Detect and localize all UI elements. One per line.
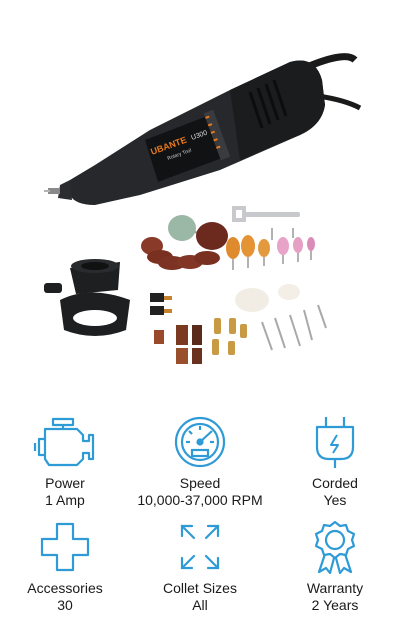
feature-label: Corded bbox=[312, 475, 358, 491]
plus-icon bbox=[40, 522, 90, 572]
feature-value: 30 bbox=[57, 597, 73, 613]
feature-label: Warranty bbox=[306, 580, 364, 596]
feature-value: 10,000-37,000 RPM bbox=[137, 492, 263, 508]
felt-polishing-wheels bbox=[235, 284, 300, 312]
collets bbox=[212, 318, 247, 355]
wrench bbox=[232, 206, 300, 222]
feature-grid: Power 1 Amp Speed 10,000-37,000 RPM Cord… bbox=[0, 410, 400, 628]
feature-label: Collet Sizes bbox=[163, 580, 237, 596]
plug-icon bbox=[315, 417, 355, 468]
feature-accessories: Accessories 30 bbox=[0, 520, 130, 614]
feature-label: Accessories bbox=[27, 580, 103, 596]
cutting-wheels bbox=[141, 215, 228, 270]
feature-collet-sizes: Collet Sizes All bbox=[135, 520, 265, 614]
expand-arrows-icon bbox=[180, 524, 220, 570]
feature-value: 2 Years bbox=[311, 597, 359, 613]
engraving-bits bbox=[261, 304, 327, 351]
feature-power: Power 1 Amp bbox=[0, 415, 130, 509]
feature-value: 1 Amp bbox=[45, 492, 85, 508]
rotary-tool: UBANTE Rotary Tool U300 bbox=[44, 60, 325, 205]
cutting-guide bbox=[44, 259, 130, 336]
feature-label: Power bbox=[45, 475, 85, 491]
rotary-tool-kit-illustration: UBANTE Rotary Tool U300 bbox=[44, 53, 362, 364]
feature-corded: Corded Yes bbox=[270, 415, 400, 509]
feature-value: All bbox=[192, 597, 208, 613]
feature-speed: Speed 10,000-37,000 RPM bbox=[135, 415, 265, 509]
feature-label: Speed bbox=[179, 475, 221, 491]
sanding-drums bbox=[154, 325, 202, 364]
carbon-brushes bbox=[150, 293, 172, 315]
product-image: UBANTE Rotary Tool U300 bbox=[0, 0, 400, 420]
grinding-stones bbox=[226, 228, 315, 270]
award-ribbon-icon bbox=[314, 520, 356, 574]
feature-warranty: Warranty 2 Years bbox=[270, 520, 400, 614]
speedometer-icon bbox=[174, 416, 226, 468]
engine-icon bbox=[33, 417, 95, 467]
feature-value: Yes bbox=[323, 492, 347, 508]
